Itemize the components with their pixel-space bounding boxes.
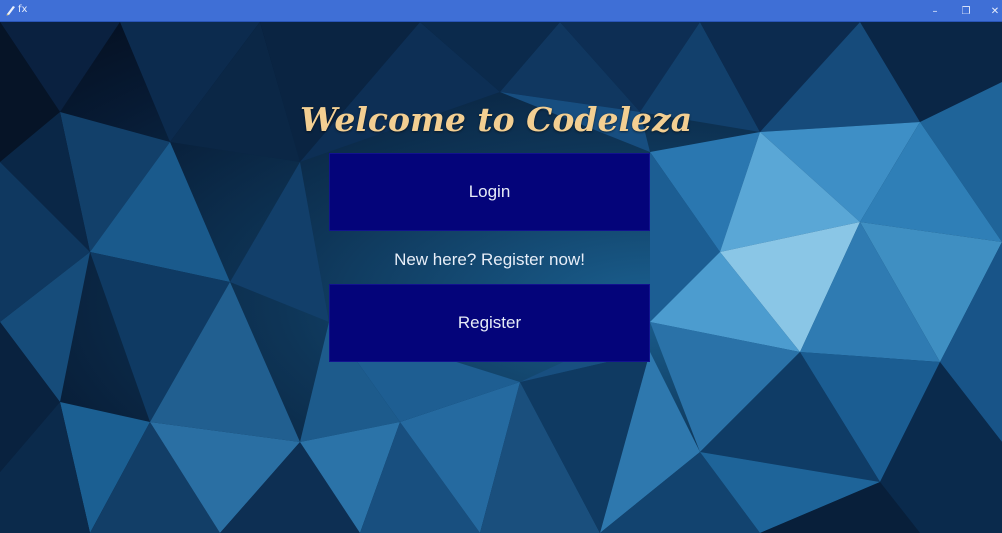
register-prompt: New here? Register now! — [394, 250, 585, 269]
login-button[interactable]: Login — [329, 153, 650, 231]
welcome-heading: Welcome to Codeleza — [300, 100, 693, 139]
maximize-button[interactable]: ❐ — [951, 0, 981, 22]
close-button[interactable]: ✕ — [980, 0, 1002, 22]
pen-icon — [6, 6, 15, 16]
background-image — [0, 22, 1002, 533]
window-title: fx — [18, 4, 28, 15]
register-button[interactable]: Register — [329, 284, 650, 362]
app-window: fx – ❐ ✕ Welcome to Codeleza Login New h… — [0, 0, 1002, 533]
minimize-button[interactable]: – — [920, 0, 950, 22]
main-panel: Welcome to Codeleza Login New here? Regi… — [0, 22, 1002, 533]
title-bar[interactable]: fx – ❐ ✕ — [0, 0, 1002, 22]
